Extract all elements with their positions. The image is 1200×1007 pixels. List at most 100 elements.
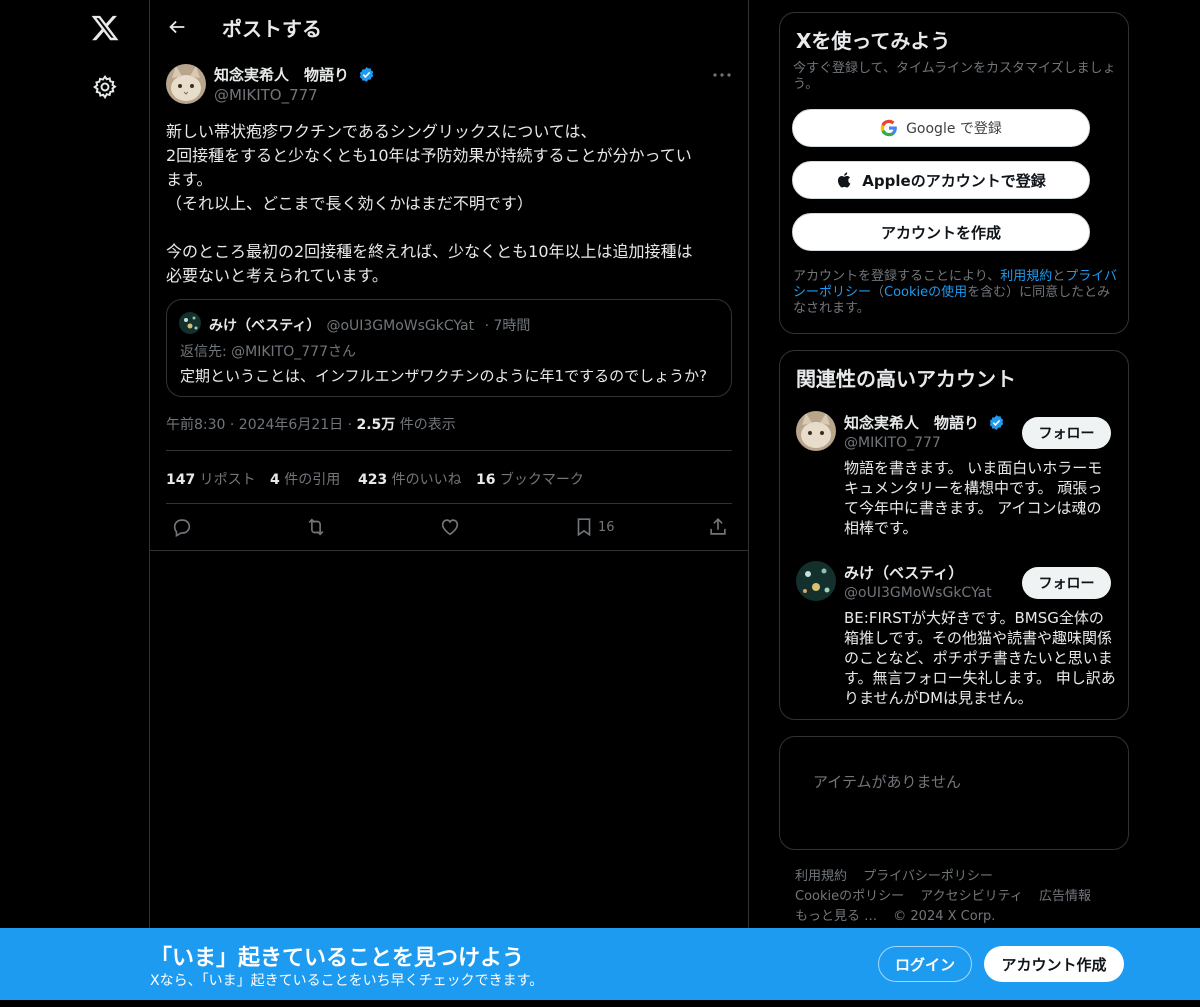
relevant-accounts-panel: 関連性の高いアカウント 知念実希人 物語り @MIKITO_777 フォロー 物…: [779, 350, 1129, 720]
relevant-title: 関連性の高いアカウント: [796, 367, 1016, 391]
quote-header: みけ（ベスティ） @oUI3GMoWsGkCYat · 7時間: [209, 315, 530, 335]
terms-link[interactable]: 利用規約: [1000, 269, 1052, 284]
share-icon[interactable]: [707, 516, 729, 538]
like-label: 件のいいね: [387, 472, 462, 488]
tweet-text: 新しい帯状疱疹ワクチンであるシングリックスについては、 2回接種をすると少なくと…: [166, 120, 732, 288]
tweet-actions: 16: [150, 503, 748, 551]
footer-privacy-link[interactable]: プライバシーポリシー: [863, 869, 993, 884]
back-arrow-icon[interactable]: [166, 16, 188, 38]
bookmark-label: ブックマーク: [495, 472, 584, 488]
tweet-stats: 147 リポスト 4 件の引用 423 件のいいね 16 ブックマーク: [166, 450, 732, 504]
quote-text: 定期ということは、インフルエンザワクチンのように年1でするのでしょうか?: [180, 367, 708, 385]
tweet-line: 必要ないと考えられています。: [166, 266, 388, 285]
bookmark-count: 16: [476, 472, 496, 488]
account-bio: BE:FIRSTが大好きです。BMSG全体の箱推しです。その他猫や読書や趣味関係…: [844, 609, 1116, 707]
x-logo-icon[interactable]: [90, 13, 120, 43]
author-name-text: 知念実希人 物語り: [214, 66, 350, 84]
quote-reply-to: 返信先: @MIKITO_777さん: [180, 344, 356, 360]
google-icon: [880, 119, 897, 137]
like-stat[interactable]: 423 件のいいね: [358, 469, 462, 489]
bookmark-action-count: 16: [598, 520, 615, 535]
account-name[interactable]: 知念実希人 物語り: [844, 412, 1005, 433]
like-icon[interactable]: [439, 516, 461, 538]
account-avatar[interactable]: [796, 411, 836, 451]
footer-copyright: © 2024 X Corp.: [893, 909, 996, 924]
like-count: 423: [358, 472, 388, 488]
footer-accessibility-link[interactable]: アクセシビリティ: [920, 889, 1023, 904]
tweet-line: 今のところ最初の2回接種を終えれば、少なくとも10年以上は追加接種は: [166, 242, 693, 261]
quote-author-name: みけ（ベスティ）: [209, 318, 321, 334]
author-name[interactable]: 知念実希人 物語り: [214, 64, 375, 85]
verified-badge-icon: [360, 67, 374, 82]
footer-cookie-link[interactable]: Cookieのポリシー: [795, 889, 904, 904]
footer-more-link[interactable]: もっと見る …: [795, 909, 877, 924]
tweet-line: 2回接種をすると少なくとも10年は予防効果が持続することが分かってい: [166, 146, 692, 165]
apple-icon: [838, 172, 851, 188]
legal-paren: （: [871, 285, 885, 300]
reply-icon[interactable]: [171, 516, 193, 538]
google-signup-label: Google で登録: [906, 121, 1002, 137]
account-handle[interactable]: @oUI3GMoWsGkCYat: [844, 585, 992, 601]
create-account-label: アカウントを作成: [880, 223, 1001, 242]
account-name[interactable]: みけ（ベスティ）: [844, 562, 963, 583]
bookmark-stat[interactable]: 16 ブックマーク: [476, 469, 584, 489]
legal-prefix: アカウントを登録することにより、: [793, 269, 1001, 284]
signup-panel: Xを使ってみよう 今すぐ登録して、タイムラインをカスタマイズしましょう。 Goo…: [779, 12, 1129, 334]
signup-legal: アカウントを登録することにより、利用規約とプライバシーポリシー（Cookieの使…: [793, 269, 1118, 317]
follow-button[interactable]: フォロー: [1022, 417, 1111, 449]
left-nav: [0, 0, 150, 1007]
apple-signup-label: Appleのアカウントで登録: [862, 171, 1046, 190]
banner-subtitle: Xなら、「いま」起きていることをいち早くチェックできます。: [150, 973, 544, 989]
tweet-meta: 午前8:30 · 2024年6月21日 · 2.5万 件の表示: [166, 414, 456, 434]
tweet-line-gap: [166, 216, 732, 240]
tweet-timestamp[interactable]: 午前8:30 · 2024年6月21日 ·: [166, 417, 357, 433]
quote-count: 4: [270, 472, 280, 488]
footer-ads-link[interactable]: 広告情報: [1039, 889, 1091, 904]
more-options-icon[interactable]: [710, 66, 734, 84]
main-column: ポストする 知念実希人 物語り @MIKITO_777 新しい帯状疱疹ワクチンで…: [149, 0, 749, 1007]
tweet-line: 新しい帯状疱疹ワクチンであるシングリックスについては、: [166, 122, 597, 141]
bookmark-icon[interactable]: [573, 516, 595, 538]
signup-banner: 「いま」起きていることを見つけよう Xなら、「いま」起きていることをいち早くチェ…: [0, 928, 1200, 1000]
quoted-tweet[interactable]: みけ（ベスティ） @oUI3GMoWsGkCYat · 7時間 返信先: @MIK…: [166, 299, 732, 397]
author-handle[interactable]: @MIKITO_777: [214, 86, 318, 104]
page-title: ポストする: [222, 17, 322, 41]
verified-badge-icon: [990, 415, 1004, 430]
bottom-strip: [0, 1000, 1200, 1007]
repost-count: 147: [166, 472, 196, 488]
account-bio: 物語を書きます。 いま面白いホラーモキュメンタリーを構想中です。 頑張って今年中…: [844, 459, 1103, 537]
tweet-line: ます。: [166, 170, 213, 189]
account-name-text: 知念実希人 物語り: [844, 414, 980, 432]
follow-button[interactable]: フォロー: [1022, 567, 1111, 599]
repost-icon[interactable]: [305, 516, 327, 538]
quote-label: 件の引用: [279, 472, 341, 488]
empty-state-text: アイテムがありません: [813, 773, 962, 791]
author-avatar[interactable]: [166, 64, 206, 104]
page-header: ポストする: [150, 0, 748, 54]
sidebar-footer: 利用規約 プライバシーポリシー Cookieのポリシー アクセシビリティ 広告情…: [795, 867, 1125, 927]
login-button[interactable]: ログイン: [878, 946, 972, 982]
signup-title: Xを使ってみよう: [796, 29, 951, 53]
view-count-label: 件の表示: [395, 417, 456, 433]
view-count: 2.5万: [356, 417, 396, 433]
quote-avatar: [179, 312, 201, 334]
repost-stat[interactable]: 147 リポスト: [166, 469, 256, 489]
apple-signup-button[interactable]: Appleのアカウントで登録: [792, 161, 1090, 199]
gear-icon[interactable]: [92, 74, 118, 100]
footer-terms-link[interactable]: 利用規約: [795, 869, 847, 884]
account-avatar[interactable]: [796, 561, 836, 601]
cookie-link[interactable]: Cookieの使用: [884, 285, 967, 300]
create-account-button[interactable]: アカウントを作成: [792, 213, 1090, 251]
tweet-line: （それ以上、どこまで長く効くかはまだ不明です）: [166, 194, 533, 213]
repost-label: リポスト: [195, 472, 256, 488]
legal-and: と: [1052, 269, 1066, 284]
google-signup-button[interactable]: Google で登録: [792, 109, 1090, 147]
trends-panel: アイテムがありません: [779, 736, 1129, 850]
signup-subtitle: 今すぐ登録して、タイムラインをカスタマイズしましょう。: [793, 61, 1116, 92]
banner-create-account-button[interactable]: アカウント作成: [984, 946, 1124, 982]
quote-stat[interactable]: 4 件の引用: [270, 469, 340, 489]
banner-title: 「いま」起きていることを見つけよう: [150, 946, 525, 971]
account-handle[interactable]: @MIKITO_777: [844, 435, 941, 451]
quote-author-handle: @oUI3GMoWsGkCYat: [326, 318, 475, 334]
quote-time: · 7時間: [484, 318, 531, 334]
